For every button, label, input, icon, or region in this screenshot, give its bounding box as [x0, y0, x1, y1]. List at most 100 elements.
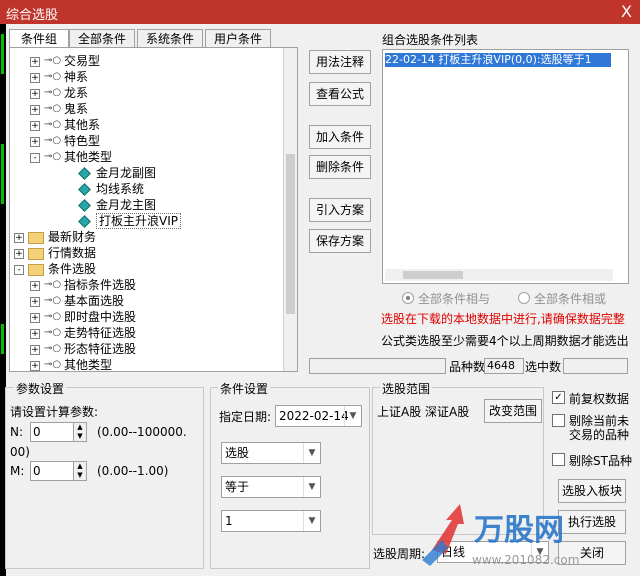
expand-icon[interactable]: + — [30, 345, 40, 355]
comparator-dropdown[interactable]: 等于 ▼ — [221, 476, 321, 498]
param-n-range: (0.00--100000. — [97, 425, 187, 439]
collapse-icon[interactable]: - — [30, 153, 40, 163]
param-m-stepper[interactable]: 0 ▲ ▼ — [30, 461, 87, 481]
list-hscrollbar[interactable] — [385, 269, 613, 281]
tree-item[interactable]: 金月龙副图 — [10, 165, 280, 181]
tree-item[interactable]: - ⊸○ 其他类型 — [10, 149, 280, 165]
chevron-down-icon[interactable]: ▼ — [303, 511, 320, 531]
tree-item[interactable]: + ⊸○ 鬼系 — [10, 101, 280, 117]
tree-item[interactable]: + ⊸○ 龙系 — [10, 85, 280, 101]
chevron-down-icon[interactable]: ▼ — [303, 443, 320, 463]
import-plan-button[interactable]: 引入方案 — [309, 198, 371, 222]
condition-tree[interactable]: + ⊸○ 交易型 + ⊸○ 神系 + ⊸○ 龙系 + ⊸○ 鬼系 + ⊸○ 其他系 + ⊸○ 特色型 - ⊸○ 其他类型… — [9, 47, 298, 372]
tree-item-label: 金月龙副图 — [96, 166, 157, 180]
condition-list[interactable]: 22-02-14 打板主升浪VIP(0,0):选股等于1 — [382, 49, 629, 284]
select-mode-dropdown[interactable]: 选股 ▼ — [221, 442, 321, 464]
tree-item[interactable]: + ⊸○ 特色型 — [10, 133, 280, 149]
radio-all-and[interactable] — [402, 292, 414, 304]
chevron-down-icon[interactable]: ▼ — [303, 477, 320, 497]
expand-icon[interactable]: + — [30, 121, 40, 131]
tree-item[interactable]: + 行情数据 — [10, 245, 280, 261]
tree-item[interactable]: + ⊸○ 即时盘中选股 — [10, 309, 280, 325]
tree-item[interactable]: + ⊸○ 其他类型 — [10, 357, 280, 371]
param-n-value: 0 — [33, 425, 41, 439]
expand-icon[interactable]: + — [30, 313, 40, 323]
stepper-up-icon[interactable]: ▲ — [73, 462, 86, 471]
tree-item[interactable]: 打板主升浪VIP — [10, 213, 280, 229]
tree-item[interactable]: 金月龙主图 — [10, 197, 280, 213]
expand-icon[interactable]: + — [14, 249, 24, 259]
change-range-button[interactable]: 改变范围 — [484, 399, 542, 423]
tree-item[interactable]: + ⊸○ 交易型 — [10, 53, 280, 69]
collapse-icon[interactable]: - — [14, 265, 24, 275]
expand-icon[interactable]: + — [30, 89, 40, 99]
tree-item-label: 即时盘中选股 — [64, 310, 137, 324]
tree-item[interactable]: + ⊸○ 其他系 — [10, 117, 280, 133]
exclude-st-checkbox[interactable] — [552, 453, 565, 466]
add-condition-button[interactable]: 加入条件 — [309, 125, 371, 149]
tree-item-label: 基本面选股 — [64, 294, 125, 308]
date-picker[interactable]: 2022-02-14 ▼ — [275, 405, 362, 427]
tab-all-conditions[interactable]: 全部条件 — [69, 29, 135, 49]
tab-condition-group[interactable]: 条件组 — [9, 29, 69, 49]
tree-scrollbar[interactable] — [283, 48, 297, 371]
list-item[interactable]: 22-02-14 打板主升浪VIP(0,0):选股等于1 — [385, 53, 611, 67]
tree-item[interactable]: + ⊸○ 基本面选股 — [10, 293, 280, 309]
exclude-untraded-checkbox[interactable] — [552, 414, 565, 427]
tree-item[interactable]: + ⊸○ 走势特征选股 — [10, 325, 280, 341]
list-hscroll-thumb[interactable] — [403, 271, 463, 279]
exclude-st-label: 剔除ST品种 — [569, 454, 632, 468]
key-icon: ⊸○ — [44, 295, 62, 306]
period-requirement-note: 公式类选股至少需要4个以上周期数据才能选出 — [381, 334, 629, 348]
formula-icon — [78, 167, 91, 180]
tree-item[interactable]: + ⊸○ 形态特征选股 — [10, 341, 280, 357]
chart-bar — [1, 324, 4, 354]
expand-icon[interactable]: + — [30, 297, 40, 307]
view-formula-button[interactable]: 查看公式 — [309, 82, 371, 106]
tree-item-label: 其他系 — [64, 118, 101, 132]
key-icon: ⊸○ — [44, 135, 62, 146]
expand-icon[interactable]: + — [30, 361, 40, 371]
save-plan-button[interactable]: 保存方案 — [309, 229, 371, 253]
expand-icon[interactable]: + — [30, 329, 40, 339]
expand-icon[interactable]: + — [30, 137, 40, 147]
tree-item-label: 金月龙主图 — [96, 198, 157, 212]
stepper-up-icon[interactable]: ▲ — [73, 423, 86, 432]
tree-item[interactable]: + ⊸○ 指标条件选股 — [10, 277, 280, 293]
tree-item[interactable]: - 条件选股 — [10, 261, 280, 277]
tab-user-conditions[interactable]: 用户条件 — [205, 29, 271, 49]
folder-icon — [28, 248, 44, 260]
expand-icon[interactable]: + — [30, 281, 40, 291]
chevron-down-icon[interactable]: ▼ — [344, 406, 361, 426]
tree-item-label: 龙系 — [64, 86, 89, 100]
scope-value: 上证A股 深证A股 — [377, 405, 470, 419]
close-icon[interactable]: X — [621, 2, 632, 21]
expand-icon[interactable]: + — [14, 233, 24, 243]
selected-count-label: 选中数 — [525, 360, 562, 374]
variety-count-value: 4648 — [484, 358, 524, 374]
params-group-title: 参数设置 — [14, 380, 67, 397]
tree-item[interactable]: 均线系统 — [10, 181, 280, 197]
expand-icon[interactable]: + — [30, 73, 40, 83]
tree-item[interactable]: + 最新财务 — [10, 229, 280, 245]
key-icon: ⊸○ — [44, 311, 62, 322]
param-n-stepper[interactable]: 0 ▲ ▼ — [30, 422, 87, 442]
key-icon: ⊸○ — [44, 87, 62, 98]
tree-item-label: 特色型 — [64, 134, 101, 148]
tab-system-conditions[interactable]: 系统条件 — [137, 29, 203, 49]
usage-note-button[interactable]: 用法注释 — [309, 50, 371, 74]
expand-icon[interactable]: + — [30, 57, 40, 67]
tree-item[interactable]: + ⊸○ 神系 — [10, 69, 280, 85]
tree-item-label: 指标条件选股 — [64, 278, 137, 292]
folder-icon — [28, 264, 44, 276]
expand-icon[interactable]: + — [30, 105, 40, 115]
watermark-logo: 万股网 www.201082.com — [412, 500, 632, 572]
tree-scroll-thumb[interactable] — [286, 154, 295, 314]
threshold-dropdown[interactable]: 1 ▼ — [221, 510, 321, 532]
key-icon: ⊸○ — [44, 151, 62, 162]
stepper-down-icon[interactable]: ▼ — [73, 432, 86, 441]
radio-all-or[interactable] — [518, 292, 530, 304]
adjust-checkbox[interactable]: ✓ — [552, 391, 565, 404]
stepper-down-icon[interactable]: ▼ — [73, 471, 86, 480]
delete-condition-button[interactable]: 删除条件 — [309, 155, 371, 179]
